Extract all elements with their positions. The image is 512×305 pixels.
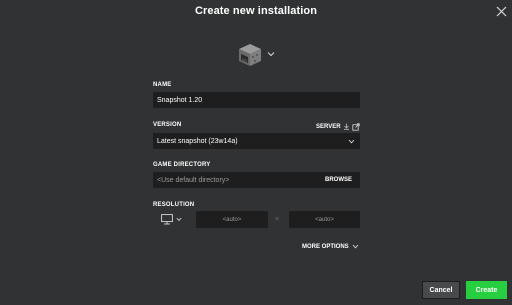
- chevron-down-icon: [348, 139, 355, 144]
- server-download-link[interactable]: SERVER: [316, 122, 360, 131]
- furnace-block-icon: [239, 44, 261, 66]
- create-button[interactable]: Create: [466, 281, 507, 299]
- more-options-label: MORE OPTIONS: [302, 243, 349, 250]
- game-directory-input[interactable]: <Use default directory> BROWSE: [153, 172, 360, 188]
- game-directory-placeholder: <Use default directory>: [157, 176, 230, 184]
- browse-button[interactable]: BROWSE: [325, 172, 352, 188]
- resolution-width-input[interactable]: <auto>: [196, 211, 268, 228]
- installation-icon-picker[interactable]: [238, 43, 280, 67]
- name-label: NAME: [153, 82, 172, 88]
- version-select[interactable]: Latest snapshot (23w14a): [153, 133, 360, 149]
- dialog-title: Create new installation: [194, 5, 318, 17]
- external-link-icon: [351, 122, 360, 131]
- version-label: VERSION: [153, 122, 182, 128]
- resolution-height-placeholder: <auto>: [315, 216, 334, 223]
- version-select-value: Latest snapshot (23w14a): [157, 137, 238, 145]
- resolution-separator: ×: [275, 216, 280, 223]
- resolution-preset-dropdown[interactable]: [161, 214, 185, 226]
- monitor-icon: [161, 214, 173, 225]
- name-input-value: Snapshot 1.20: [157, 96, 203, 104]
- resolution-width-placeholder: <auto>: [222, 216, 242, 223]
- chevron-down-icon: [352, 244, 359, 249]
- chevron-down-icon: [267, 52, 275, 57]
- resolution-height-input[interactable]: <auto>: [289, 211, 360, 228]
- download-icon: [343, 123, 349, 130]
- chevron-down-icon: [176, 217, 182, 222]
- game-directory-label: GAME DIRECTORY: [153, 162, 211, 168]
- resolution-label: RESOLUTION: [153, 202, 195, 208]
- close-icon[interactable]: [495, 5, 508, 18]
- server-link-label: SERVER: [316, 123, 341, 130]
- cancel-button[interactable]: Cancel: [422, 281, 460, 299]
- more-options-toggle[interactable]: MORE OPTIONS: [302, 242, 359, 251]
- name-input[interactable]: Snapshot 1.20: [153, 92, 360, 108]
